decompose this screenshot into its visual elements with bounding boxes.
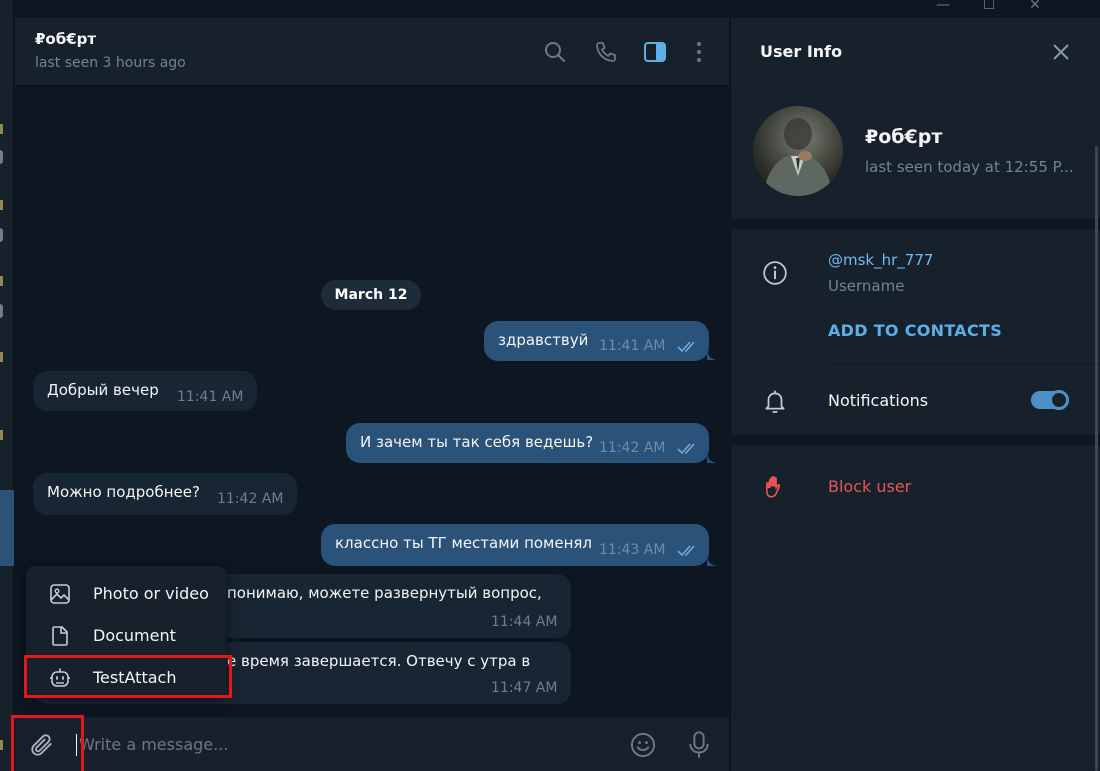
attach-menu: Photo or video Document TestAttach bbox=[26, 566, 226, 698]
chat-status: last seen 3 hours ago bbox=[35, 55, 186, 71]
close-icon[interactable] bbox=[1051, 42, 1071, 62]
minimize-button[interactable]: — bbox=[920, 0, 966, 18]
user-info-panel: User Info ₽об€рт last seen today at 12:5… bbox=[730, 18, 1100, 771]
avatar-photo bbox=[763, 118, 833, 196]
menu-item-document[interactable]: Document bbox=[26, 616, 226, 656]
message-time: 11:47 AM bbox=[491, 680, 558, 696]
message-incoming[interactable]: Можно подробнее? 11:42 AM bbox=[33, 473, 297, 515]
message-composer bbox=[15, 717, 729, 771]
message-text: Можно подробнее? bbox=[47, 483, 200, 501]
more-vertical-icon[interactable] bbox=[687, 40, 711, 64]
message-text: Добрый вечер bbox=[47, 381, 159, 399]
menu-item-label: Photo or video bbox=[93, 584, 209, 603]
chat-list-marker bbox=[0, 124, 3, 134]
chat-list-marker bbox=[0, 200, 3, 210]
add-to-contacts-button[interactable]: ADD TO CONTACTS bbox=[828, 321, 1002, 340]
message-incoming[interactable]: Добрый вечер 11:41 AM bbox=[33, 371, 257, 411]
chat-list-marker bbox=[0, 352, 3, 362]
search-icon[interactable] bbox=[543, 40, 567, 64]
section-divider bbox=[731, 435, 1100, 445]
paperclip-icon[interactable] bbox=[29, 732, 55, 758]
block-user-button[interactable]: Block user bbox=[828, 477, 911, 496]
panel-scrollbar[interactable] bbox=[1095, 146, 1098, 771]
chat-list-marker bbox=[0, 276, 3, 286]
message-outgoing[interactable]: здравствуй 11:41 AM bbox=[484, 321, 709, 361]
read-checkmarks-icon bbox=[677, 341, 695, 353]
window-controls: — ☐ ✕ bbox=[860, 0, 1100, 18]
chat-list-marker bbox=[0, 430, 3, 440]
profile-status: last seen today at 12:55 P... bbox=[865, 158, 1074, 176]
bubble-tail bbox=[707, 554, 717, 566]
message-text: понимаю, можете развернутый вопрос, bbox=[227, 584, 542, 602]
message-time: 11:42 AM bbox=[217, 491, 284, 507]
message-time: 11:41 AM bbox=[177, 389, 244, 405]
message-time: 11:42 AM bbox=[599, 440, 666, 456]
block-hand-icon bbox=[766, 476, 781, 498]
close-window-button[interactable]: ✕ bbox=[1012, 0, 1058, 18]
read-checkmarks-icon bbox=[677, 443, 695, 455]
menu-item-label: TestAttach bbox=[93, 668, 177, 687]
chat-header[interactable]: ₽об€рт last seen 3 hours ago bbox=[15, 18, 729, 86]
username-caption: Username bbox=[828, 277, 905, 295]
message-text: е время завершается. Отвечу с утра в bbox=[227, 652, 531, 670]
bot-icon bbox=[50, 668, 70, 687]
text-caret bbox=[76, 734, 77, 756]
bubble-tail bbox=[707, 348, 717, 360]
chat-list-badge bbox=[0, 150, 3, 164]
document-icon bbox=[52, 626, 68, 646]
chat-list-active-item[interactable] bbox=[0, 490, 14, 566]
chat-list-badge bbox=[0, 228, 3, 242]
panel-title: User Info bbox=[760, 42, 843, 61]
message-time: 11:43 AM bbox=[599, 542, 666, 558]
bubble-tail bbox=[707, 451, 717, 463]
message-input[interactable] bbox=[79, 729, 599, 759]
message-text: здравствуй bbox=[498, 331, 589, 349]
message-outgoing[interactable]: И зачем ты так себя ведешь? 11:42 AM bbox=[346, 423, 709, 463]
notifications-toggle[interactable] bbox=[1031, 390, 1069, 410]
read-checkmarks-icon bbox=[677, 545, 695, 557]
bell-icon bbox=[765, 390, 785, 413]
chat-title[interactable]: ₽об€рт bbox=[35, 30, 96, 48]
message-outgoing[interactable]: классно ты ТГ местами поменял 11:43 AM bbox=[321, 524, 709, 566]
sidebar-toggle-icon[interactable] bbox=[643, 40, 667, 64]
phone-icon[interactable] bbox=[594, 40, 618, 64]
section-divider bbox=[731, 219, 1100, 229]
image-icon bbox=[50, 584, 70, 604]
username-link[interactable]: @msk_hr_777 bbox=[828, 251, 933, 269]
menu-item-photo-video[interactable]: Photo or video bbox=[26, 574, 226, 614]
date-divider: March 12 bbox=[321, 280, 421, 310]
emoji-icon[interactable] bbox=[629, 731, 657, 759]
message-time: 11:44 AM bbox=[491, 614, 558, 630]
chat-list-marker bbox=[0, 740, 3, 750]
profile-name: ₽об€рт bbox=[865, 126, 943, 148]
telegram-window: — ☐ ✕ ₽об€рт last seen 3 hours ago March… bbox=[0, 0, 1100, 771]
notifications-label: Notifications bbox=[828, 391, 929, 410]
microphone-icon[interactable] bbox=[685, 730, 713, 760]
menu-item-testattach[interactable]: TestAttach bbox=[26, 658, 226, 698]
toggle-knob bbox=[1049, 390, 1069, 410]
chat-list-badge bbox=[0, 304, 3, 318]
maximize-button[interactable]: ☐ bbox=[966, 0, 1012, 18]
message-time: 11:41 AM bbox=[599, 338, 666, 354]
avatar[interactable] bbox=[753, 106, 843, 196]
row-divider bbox=[828, 364, 1100, 365]
message-text: классно ты ТГ местами поменял bbox=[335, 534, 593, 552]
message-text: И зачем ты так себя ведешь? bbox=[360, 433, 594, 451]
chat-list-edge[interactable] bbox=[0, 0, 14, 771]
menu-item-label: Document bbox=[93, 626, 176, 645]
info-icon bbox=[763, 261, 787, 285]
